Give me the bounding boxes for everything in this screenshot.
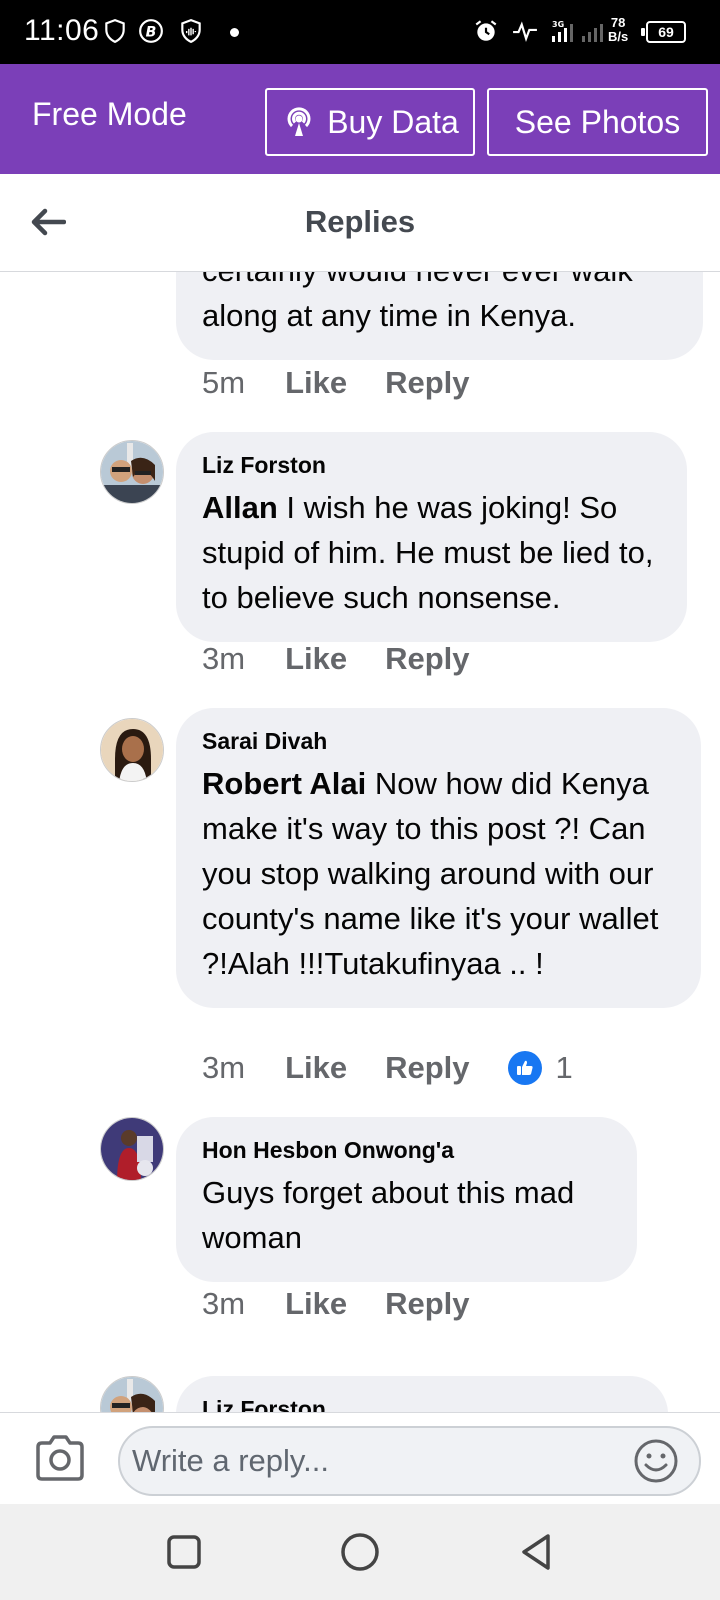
recents-icon[interactable] bbox=[162, 1530, 206, 1574]
svg-text:3G: 3G bbox=[552, 20, 564, 29]
comment-bubble: Liz Forston Allan I wish he was joking! … bbox=[176, 432, 687, 642]
comment-actions: 3m Like Reply bbox=[202, 641, 508, 677]
comment-bubble: Liz Forston bbox=[176, 1376, 668, 1412]
reply-input[interactable] bbox=[118, 1426, 701, 1496]
signal-3g-icon: 3G bbox=[552, 20, 573, 42]
comment-actions: 3m Like Reply bbox=[202, 1286, 508, 1322]
avatar[interactable] bbox=[100, 1376, 164, 1412]
comment-author[interactable]: Hon Hesbon Onwong'a bbox=[202, 1137, 611, 1164]
signal-icon bbox=[582, 24, 603, 42]
comment-bubble: Sarai Divah Robert Alai Now how did Keny… bbox=[176, 708, 701, 1008]
comment-age: 3m bbox=[202, 1286, 246, 1321]
like-button[interactable]: Like bbox=[285, 1050, 347, 1086]
see-photos-button[interactable]: See Photos bbox=[487, 88, 708, 156]
reply-button[interactable]: Reply bbox=[385, 641, 469, 677]
b-badge-icon: B bbox=[139, 19, 163, 43]
comment-actions: 5m Like Reply bbox=[202, 365, 508, 401]
avatar[interactable] bbox=[100, 1117, 164, 1181]
like-button[interactable]: Like bbox=[285, 1286, 347, 1322]
reply-button[interactable]: Reply bbox=[385, 365, 469, 401]
emoji-icon[interactable] bbox=[632, 1437, 680, 1485]
free-mode-label: Free Mode bbox=[32, 96, 187, 132]
free-mode-bar: Free Mode Buy Data See Photos bbox=[0, 64, 720, 174]
comment-bubble: Hon Hesbon Onwong'a Guys forget about th… bbox=[176, 1117, 637, 1282]
avatar-photo bbox=[101, 719, 163, 781]
comment-author[interactable]: Liz Forston bbox=[202, 1396, 642, 1412]
like-button[interactable]: Like bbox=[285, 365, 347, 401]
comment-author[interactable]: Sarai Divah bbox=[202, 728, 675, 755]
comment-text: Allan I wish he was joking! So stupid of… bbox=[202, 485, 661, 620]
buy-data-label: Buy Data bbox=[327, 103, 459, 140]
avatar[interactable] bbox=[100, 718, 164, 782]
home-icon[interactable] bbox=[338, 1530, 382, 1574]
comment-text: Robert Alai Now how did Kenya make it's … bbox=[202, 761, 675, 986]
notification-dot bbox=[230, 28, 239, 37]
buy-data-button[interactable]: Buy Data bbox=[265, 88, 475, 156]
avatar-photo bbox=[101, 1377, 163, 1412]
system-nav-bar bbox=[0, 1504, 720, 1600]
shield-icon bbox=[105, 19, 125, 44]
status-time: 11:06 bbox=[24, 14, 100, 47]
battery-indicator: 69 bbox=[641, 21, 686, 43]
broadcast-icon bbox=[287, 107, 311, 136]
like-button[interactable]: Like bbox=[285, 641, 347, 677]
comment-age: 3m bbox=[202, 1050, 246, 1085]
status-bar: 11:06 B 3G 78 B/s 69 bbox=[0, 0, 720, 64]
see-photos-label: See Photos bbox=[514, 103, 681, 140]
reply-button[interactable]: Reply bbox=[385, 1286, 469, 1322]
comment-age: 3m bbox=[202, 641, 246, 676]
net-speed-value: 78 bbox=[610, 15, 626, 30]
alarm-icon bbox=[475, 20, 497, 41]
comment-mention[interactable]: Robert Alai bbox=[202, 766, 366, 801]
like-reaction-badge[interactable] bbox=[507, 1051, 542, 1085]
comment-mention[interactable]: Allan bbox=[202, 490, 278, 525]
avatar-photo bbox=[101, 441, 163, 503]
net-speed-unit: B/s bbox=[608, 29, 629, 44]
svg-text:B: B bbox=[146, 24, 157, 40]
net-speed: 78 B/s bbox=[608, 16, 628, 44]
back-icon[interactable] bbox=[514, 1530, 558, 1574]
avatar-photo bbox=[101, 1118, 163, 1180]
camera-icon[interactable] bbox=[34, 1433, 86, 1483]
comment-age: 5m bbox=[202, 365, 246, 400]
reply-composer bbox=[0, 1412, 720, 1504]
comment-thread: certainly would never ever walk along at… bbox=[0, 272, 720, 1412]
comment-text: certainly would never ever walk along at… bbox=[202, 272, 633, 333]
reply-button[interactable]: Reply bbox=[385, 1050, 469, 1086]
thumbs-up-icon bbox=[516, 1060, 533, 1075]
reaction-count: 1 bbox=[555, 1050, 573, 1085]
page-title: Replies bbox=[304, 204, 416, 239]
comment-actions: 3m Like Reply 1 bbox=[202, 1050, 573, 1086]
comment-text: Guys forget about this mad woman bbox=[202, 1175, 575, 1255]
shield-wave-icon bbox=[181, 19, 201, 44]
pulse-icon bbox=[513, 21, 537, 42]
replies-header: Replies bbox=[0, 174, 720, 272]
avatar[interactable] bbox=[100, 440, 164, 504]
comment-bubble: certainly would never ever walk along at… bbox=[176, 272, 703, 360]
comment-author[interactable]: Liz Forston bbox=[202, 452, 661, 479]
